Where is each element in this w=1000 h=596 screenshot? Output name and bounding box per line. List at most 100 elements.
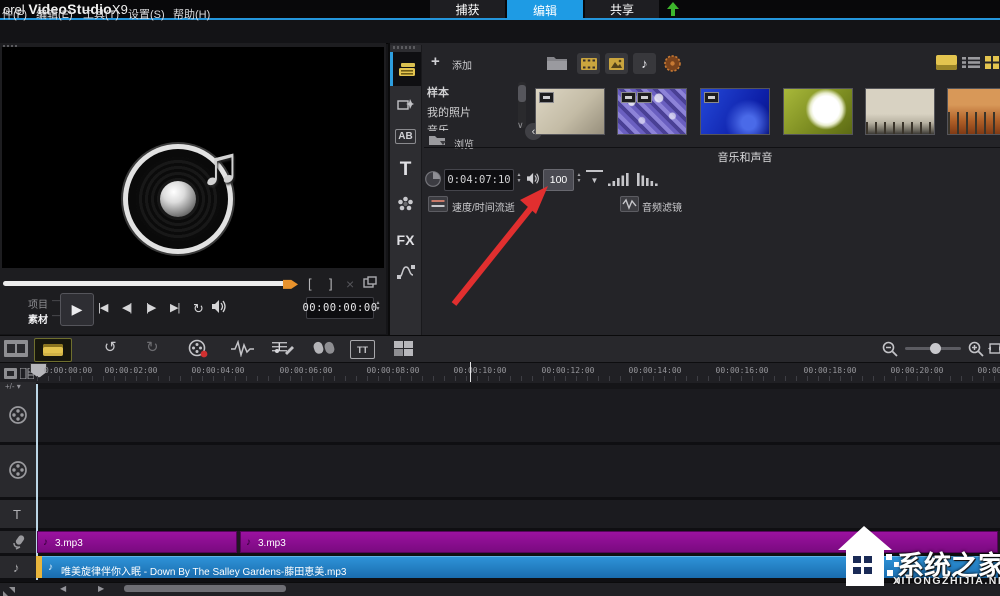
mark-in-button[interactable] xyxy=(308,276,312,291)
view-list-button[interactable] xyxy=(962,56,980,74)
preview-scrubber-track[interactable] xyxy=(3,281,291,286)
menu-edit[interactable]: 编辑(E) xyxy=(36,6,73,22)
filter-audio-button[interactable] xyxy=(633,53,656,74)
music-note-graphic xyxy=(200,135,241,197)
filter-photo-button[interactable] xyxy=(605,53,628,74)
list-view-icon xyxy=(962,56,980,69)
browse-label[interactable]: 浏览 xyxy=(454,136,474,151)
tab-capture[interactable]: 捕获 xyxy=(430,0,505,18)
filter-tab[interactable] xyxy=(390,226,421,254)
zoom-out-button[interactable] xyxy=(882,341,898,362)
library-folder-samples[interactable]: 样本 xyxy=(427,84,515,100)
zoom-in-button[interactable] xyxy=(968,341,984,362)
watermark-site: XITONGZHIJIA.NET xyxy=(893,575,1000,587)
motion-path-tab[interactable] xyxy=(390,258,421,286)
timecode-stepper[interactable] xyxy=(374,300,382,312)
title-tab[interactable] xyxy=(390,156,421,184)
tab-edit[interactable]: 编辑 xyxy=(507,0,583,20)
duration-field[interactable]: 0:04:07:10 xyxy=(444,169,514,191)
mode-clip-label[interactable]: 素材 xyxy=(28,311,48,326)
expand-timeline-button[interactable] xyxy=(3,584,15,596)
fade-in-icon xyxy=(608,173,629,186)
upgrade-arrow-button[interactable] xyxy=(660,0,686,18)
music-track-icon[interactable] xyxy=(13,560,20,575)
media-library-tab[interactable] xyxy=(390,52,421,86)
zoom-slider-thumb[interactable] xyxy=(930,343,941,354)
redo-button[interactable] xyxy=(146,338,159,356)
track-manager-button[interactable] xyxy=(394,341,413,361)
fade-in-button[interactable] xyxy=(608,173,629,191)
duration-stepper[interactable] xyxy=(515,172,523,184)
menu-help[interactable]: 帮助(H) xyxy=(173,6,210,22)
backstage-button[interactable] xyxy=(661,53,684,74)
gallery-folder-button[interactable] xyxy=(546,54,568,76)
transition-ab-tab[interactable] xyxy=(390,124,421,148)
split-clip-button[interactable] xyxy=(363,276,377,294)
sound-mixer-button[interactable] xyxy=(231,340,254,362)
menu-file[interactable]: 件(F) xyxy=(2,6,27,22)
video-track[interactable] xyxy=(37,389,1000,442)
filter-video-button[interactable] xyxy=(577,53,600,74)
repeat-button[interactable] xyxy=(193,301,204,317)
scroll-right-button[interactable]: ▶ xyxy=(98,584,104,593)
audio-filter-button[interactable]: 音频滤镜 xyxy=(642,199,682,214)
instant-project-tab[interactable] xyxy=(390,92,421,118)
graphic-tab[interactable] xyxy=(390,190,421,218)
mode-project-label[interactable]: 项目 xyxy=(28,296,48,311)
fade-out-button[interactable] xyxy=(637,173,658,191)
voiceover-button[interactable] xyxy=(312,340,336,361)
voice-track-icon[interactable] xyxy=(10,535,26,555)
library-folder-music[interactable]: 音乐 xyxy=(427,122,515,131)
prev-frame-button[interactable] xyxy=(122,301,131,314)
title-track-icon[interactable] xyxy=(13,507,21,522)
thumbnail-sample-5[interactable] xyxy=(865,88,935,135)
storyboard-view-button[interactable] xyxy=(4,340,28,362)
overlay-track[interactable] xyxy=(37,445,1000,497)
subtitle-editor-button[interactable] xyxy=(350,340,375,359)
ruler-label: 00:00:18:00 xyxy=(799,366,861,375)
menu-settings[interactable]: 设置(S) xyxy=(128,6,165,22)
speed-timelapse-button[interactable]: 速度/时间流逝 xyxy=(452,199,515,214)
voice-clip-1[interactable]: 3.mp3 xyxy=(37,531,237,553)
delete-clip-button[interactable] xyxy=(346,276,354,292)
thumbnail-sample-1[interactable] xyxy=(535,88,605,135)
video-track-icon[interactable] xyxy=(8,405,28,430)
next-frame-button[interactable] xyxy=(146,301,155,314)
add-folder-label[interactable]: 添加 xyxy=(452,57,472,72)
timeline-view-button[interactable] xyxy=(34,338,72,362)
auto-music-button[interactable] xyxy=(272,339,295,362)
go-start-button[interactable] xyxy=(98,301,107,314)
go-end-button[interactable] xyxy=(170,301,179,314)
photo-icon xyxy=(609,58,624,70)
tab-share[interactable]: 共享 xyxy=(585,0,659,18)
mark-out-button[interactable] xyxy=(329,276,333,291)
fade-menu-button[interactable] xyxy=(586,170,603,189)
record-capture-button[interactable] xyxy=(188,339,208,363)
split-clip-icon xyxy=(363,276,377,289)
play-button[interactable] xyxy=(60,293,94,326)
menu-tools[interactable]: 工具(T) xyxy=(83,6,119,22)
preview-timecode[interactable]: 00:00:00:00 xyxy=(306,297,374,319)
library-scrollbar-thumb[interactable] xyxy=(518,85,526,102)
overlay-track-icon[interactable] xyxy=(8,460,28,485)
thumbnail-sample-3[interactable] xyxy=(700,88,770,135)
fit-timeline-button[interactable] xyxy=(988,342,1000,360)
thumbnail-sample-2[interactable] xyxy=(617,88,687,135)
thumbnail-sample-4[interactable] xyxy=(783,88,853,135)
scroll-down-icon[interactable] xyxy=(517,120,524,131)
view-grid-button[interactable] xyxy=(985,56,999,74)
scroll-left-button[interactable]: ◀ xyxy=(60,584,66,593)
add-folder-plus-icon[interactable] xyxy=(431,53,440,70)
system-volume-button[interactable] xyxy=(212,300,228,318)
browse-button[interactable] xyxy=(428,133,448,152)
library-folder-my-photos[interactable]: 我的照片 xyxy=(427,104,515,120)
thumbnail-sample-6[interactable] xyxy=(947,88,1000,135)
volume-stepper[interactable] xyxy=(575,172,583,184)
stepper-down-icon xyxy=(376,306,381,312)
clip-dash xyxy=(52,311,60,320)
undo-button[interactable] xyxy=(104,338,117,356)
track-add-remove-control[interactable] xyxy=(5,382,21,391)
view-thumbnail-button[interactable] xyxy=(936,55,957,70)
volume-field[interactable]: 100 xyxy=(543,169,574,191)
timeline-scrollbar-thumb[interactable] xyxy=(124,585,286,592)
